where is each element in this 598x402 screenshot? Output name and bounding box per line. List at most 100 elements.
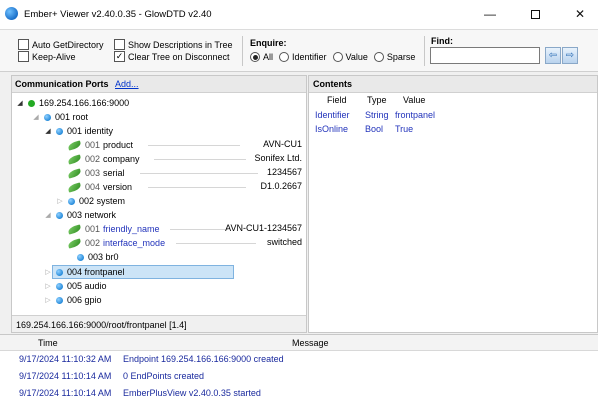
enquire-sparse-label: Sparse xyxy=(386,52,416,62)
parameter-icon xyxy=(67,223,82,235)
clear-tree-checkbox[interactable]: ✓ xyxy=(114,51,125,62)
tree-node-frontpanel[interactable]: ▷ 004 frontpanel xyxy=(44,265,124,279)
minimize-button[interactable]: — xyxy=(476,4,504,24)
tree-param-product[interactable]: 001 product xyxy=(67,138,133,152)
expand-icon[interactable]: ◢ xyxy=(32,113,40,121)
contents-row[interactable]: IsOnline Bool True xyxy=(309,124,509,138)
auto-get-directory-option[interactable]: Auto GetDirectory xyxy=(18,39,104,50)
collapse-icon[interactable]: ▷ xyxy=(44,296,52,304)
param-serial-value: 1234567 xyxy=(266,167,302,177)
node-icon xyxy=(68,197,75,205)
show-descriptions-checkbox[interactable] xyxy=(114,39,125,50)
enquire-value-radio[interactable] xyxy=(332,52,343,62)
maximize-button[interactable] xyxy=(521,4,549,24)
expand-icon[interactable]: ◢ xyxy=(44,211,52,219)
node-icon xyxy=(44,113,51,121)
find-next-button[interactable]: ⇨ xyxy=(562,47,578,64)
find-input[interactable] xyxy=(430,47,540,64)
close-icon: ✕ xyxy=(574,7,586,21)
maximize-icon xyxy=(530,9,540,19)
connected-icon xyxy=(28,99,35,107)
show-descriptions-option[interactable]: Show Descriptions in Tree xyxy=(114,39,233,50)
tree-node-system[interactable]: ▷ 002 system xyxy=(56,194,125,208)
arrow-left-icon: ⇦ xyxy=(548,50,558,61)
param-leader-line xyxy=(140,173,258,174)
node-icon xyxy=(56,211,63,219)
keep-alive-option[interactable]: Keep-Alive xyxy=(18,51,76,62)
node-icon xyxy=(77,253,84,261)
tree-node-br0[interactable]: 003 br0 xyxy=(68,250,119,264)
tree-param-friendly-name[interactable]: 001 friendly_name xyxy=(67,222,160,236)
title-bar: Ember+ Viewer v2.40.0.35 - GlowDTD v2.40… xyxy=(0,0,598,30)
communication-ports-panel: Communication Ports Add... ◢ 169.254.166… xyxy=(11,75,307,333)
tree-param-serial[interactable]: 003 serial xyxy=(67,166,125,180)
expand-icon[interactable]: ◢ xyxy=(16,99,24,107)
add-port-link[interactable]: Add... xyxy=(115,79,139,89)
node-icon xyxy=(56,282,63,290)
ember-tree: ◢ 169.254.166.166:9000 ◢ 001 root ◢ 001 … xyxy=(12,93,306,315)
contents-panel: Contents Field Type Value Identifier Str… xyxy=(308,75,598,333)
collapse-icon[interactable]: ▷ xyxy=(44,268,52,276)
enquire-sparse-radio[interactable] xyxy=(373,52,384,62)
log-row[interactable]: 9/17/2024 11:10:14 AM 0 EndPoints create… xyxy=(0,371,598,387)
node-icon xyxy=(56,296,63,304)
column-header-value[interactable]: Value xyxy=(403,95,425,105)
app-icon xyxy=(5,7,18,20)
expand-icon[interactable]: ◢ xyxy=(44,127,52,135)
parameter-icon xyxy=(67,237,82,249)
enquire-options: All Identifier Value Sparse xyxy=(250,52,415,62)
parameter-icon xyxy=(67,153,82,165)
log-row[interactable]: 9/17/2024 11:10:32 AM Endpoint 169.254.1… xyxy=(0,354,598,370)
keep-alive-checkbox[interactable] xyxy=(18,51,29,62)
tree-node-host[interactable]: ◢ 169.254.166.166:9000 xyxy=(16,96,129,110)
enquire-all-radio[interactable] xyxy=(250,52,260,62)
param-leader-line xyxy=(148,187,246,188)
tree-param-interface-mode[interactable]: 002 interface_mode xyxy=(67,236,165,250)
toolbar-divider xyxy=(242,36,243,66)
tree-node-root[interactable]: ◢ 001 root xyxy=(32,110,88,124)
column-header-type[interactable]: Type xyxy=(367,95,387,105)
param-friendly-name-value: AVN-CU1-1234567 xyxy=(225,223,302,233)
tree-node-network[interactable]: ◢ 003 network xyxy=(44,208,116,222)
column-header-time[interactable]: Time xyxy=(38,338,58,348)
param-version-value: D1.0.2667 xyxy=(260,181,302,191)
collapse-icon[interactable]: ▷ xyxy=(44,282,52,290)
param-leader-line xyxy=(154,159,246,160)
enquire-title: Enquire: xyxy=(250,38,287,48)
communication-ports-header: Communication Ports Add... xyxy=(12,76,306,93)
node-icon xyxy=(56,127,63,135)
enquire-identifier-radio[interactable] xyxy=(279,52,290,62)
param-company-value: Sonifex Ltd. xyxy=(254,153,302,163)
log-header: Time Message xyxy=(0,335,598,351)
show-descriptions-label: Show Descriptions in Tree xyxy=(128,39,233,50)
collapse-icon[interactable]: ▷ xyxy=(56,197,64,205)
param-product-value: AVN-CU1 xyxy=(263,139,302,149)
toolbar-divider xyxy=(424,36,425,66)
column-header-message[interactable]: Message xyxy=(292,338,329,348)
find-previous-button[interactable]: ⇦ xyxy=(545,47,561,64)
enquire-identifier-label: Identifier xyxy=(292,52,327,62)
tree-param-company[interactable]: 002 company xyxy=(67,152,140,166)
param-leader-line xyxy=(170,229,228,230)
close-button[interactable]: ✕ xyxy=(566,4,594,24)
contents-header: Contents xyxy=(309,76,597,93)
auto-get-directory-checkbox[interactable] xyxy=(18,39,29,50)
tree-node-audio[interactable]: ▷ 005 audio xyxy=(44,279,106,293)
parameter-icon xyxy=(67,139,82,151)
parameter-icon xyxy=(67,167,82,179)
log-row[interactable]: 9/17/2024 11:10:14 AM EmberPlusView v2.4… xyxy=(0,388,598,402)
tree-param-version[interactable]: 004 version xyxy=(67,180,132,194)
param-interface-mode-value: switched xyxy=(266,237,302,247)
clear-tree-option[interactable]: ✓ Clear Tree on Disconnect xyxy=(114,51,230,62)
auto-get-directory-label: Auto GetDirectory xyxy=(32,39,104,50)
tree-node-identity[interactable]: ◢ 001 identity xyxy=(44,124,113,138)
tree-node-gpio[interactable]: ▷ 006 gpio xyxy=(44,293,101,307)
enquire-all-label: All xyxy=(263,52,274,62)
contents-row[interactable]: Identifier String frontpanel xyxy=(309,110,509,124)
enquire-value-label: Value xyxy=(345,52,368,62)
find-title: Find: xyxy=(431,36,453,46)
node-icon xyxy=(56,268,63,276)
column-header-field[interactable]: Field xyxy=(327,95,347,105)
tree-path-status: 169.254.166.166:9000/root/frontpanel [1.… xyxy=(12,315,306,332)
message-log: Time Message 9/17/2024 11:10:32 AM Endpo… xyxy=(0,334,598,402)
